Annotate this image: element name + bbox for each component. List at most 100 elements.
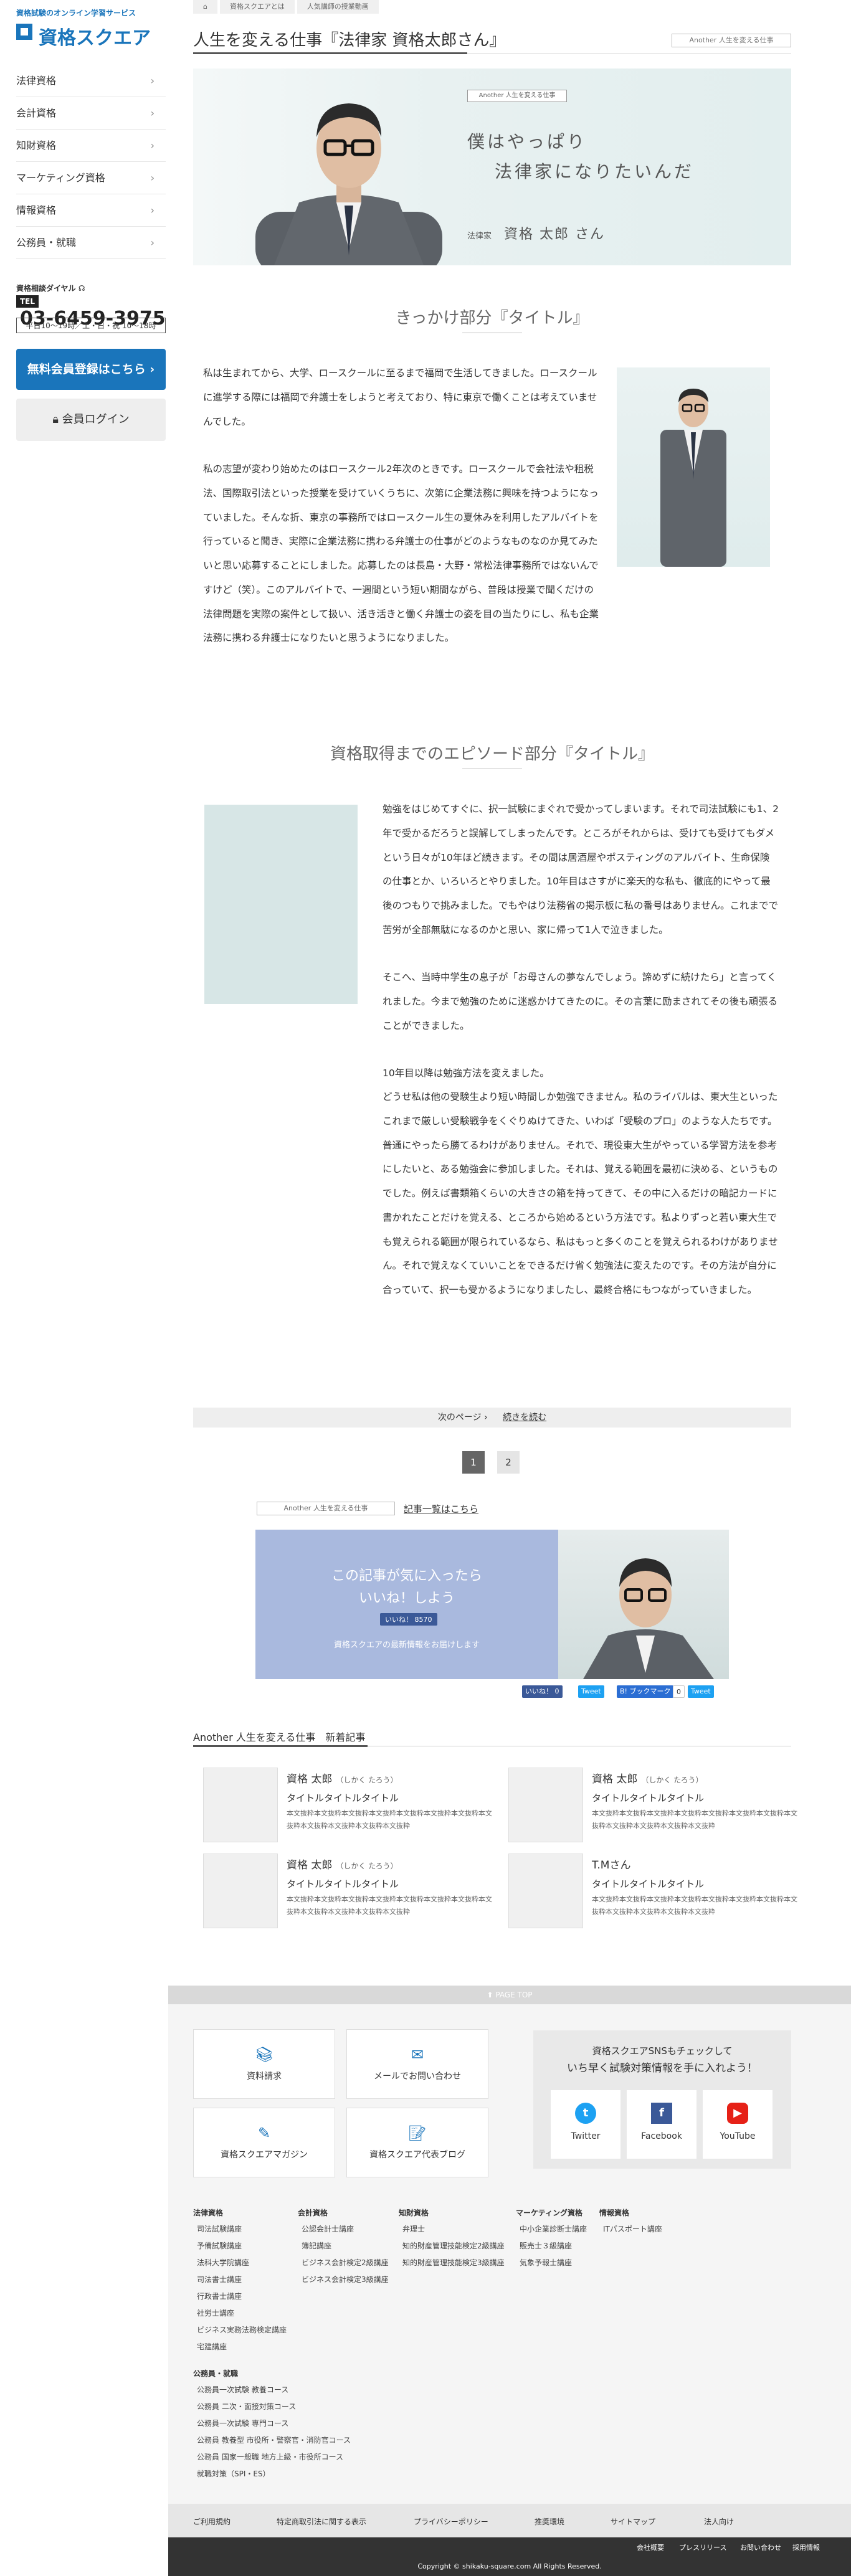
section-title: 資格取得までのエピソード部分『タイトル』: [330, 745, 654, 764]
footer-link[interactable]: 販売士３級講座: [520, 2240, 572, 2251]
lock-icon: 🔒︎: [52, 413, 59, 426]
hero-copy-line2: 法律家になりたいんだ: [495, 161, 695, 182]
bottom-link[interactable]: 会社概要: [637, 2542, 664, 2552]
register-button[interactable]: 無料会員登録はこちら ›: [16, 349, 166, 390]
chevron-right-icon: ›: [150, 237, 155, 249]
sns-box: 資格スクエアSNSもチェックして いち早く試験対策情報を手に入れよう！ t Twi…: [533, 2030, 791, 2169]
footer-link[interactable]: 弁理士: [402, 2223, 425, 2234]
share-facebook-button[interactable]: いいね！ 0: [522, 1685, 563, 1698]
legal-link[interactable]: 推奨環境: [535, 2516, 564, 2527]
footer-link[interactable]: ビジネス会計検定2級講座: [302, 2257, 389, 2268]
footer-link[interactable]: 行政書士講座: [197, 2291, 242, 2301]
footer-link[interactable]: 就職対策（SPI・ES）: [197, 2468, 270, 2479]
breadcrumb: ⌂ 資格スクエアとは 人気講師の授業動画: [193, 0, 847, 16]
paragraph: 私は生まれてから、大学、ロースクールに至るまで福岡で生活してきました。ロースクー…: [203, 367, 597, 427]
headset-icon: ☊: [78, 284, 85, 293]
footer-link[interactable]: 知的財産管理技能検定2級講座: [402, 2240, 505, 2251]
footer-link[interactable]: 司法試験講座: [197, 2223, 242, 2234]
page-2-button[interactable]: 2: [497, 1451, 520, 1474]
bottom-link[interactable]: お問い合わせ: [740, 2542, 781, 2552]
card-title[interactable]: タイトルタイトルタイトル: [287, 1877, 399, 1890]
page-1-button[interactable]: 1: [462, 1451, 485, 1474]
logo-mark-icon: [16, 24, 32, 40]
home-icon[interactable]: ⌂: [193, 0, 217, 14]
card-title[interactable]: タイトルタイトルタイトル: [287, 1791, 399, 1804]
breadcrumb-item: 人気講師の授業動画: [297, 0, 379, 14]
footer-link[interactable]: 気象予報士講座: [520, 2257, 572, 2268]
share-hatena-button[interactable]: B! ブックマーク: [617, 1685, 674, 1698]
footer-link[interactable]: 公務員 国家一般職 地方上級・市役所コース: [197, 2451, 343, 2462]
footer-link[interactable]: 簿記講座: [302, 2240, 331, 2251]
card-name[interactable]: 資格 太郎 （しかく たろう）: [592, 1770, 703, 1786]
footer-link[interactable]: 公務員一次試験 教養コース: [197, 2384, 288, 2395]
footer-link[interactable]: ITパスポート講座: [603, 2223, 662, 2234]
magazine-card[interactable]: ✎ 資格スクエアマガジン: [193, 2108, 335, 2177]
legal-link[interactable]: ご利用規約: [193, 2516, 231, 2527]
card-excerpt: 本文抜粋本文抜粋本文抜粋本文抜粋本文抜粋本文抜粋本文抜粋本文抜粋本文抜粋本文抜粋…: [287, 1895, 492, 1916]
legal-link[interactable]: 法人向け: [704, 2516, 734, 2527]
footer-column-head: 知財資格: [399, 2209, 429, 2217]
hero-copy-line1: 僕はやっぱり: [467, 131, 587, 152]
article-list-link[interactable]: 記事一覧はこちら: [404, 1502, 478, 1515]
legal-link[interactable]: サイトマップ: [611, 2516, 655, 2527]
footer-link[interactable]: 公務員 二次・面接対策コース: [197, 2401, 296, 2412]
sidebar-item-law[interactable]: 法律資格 ›: [16, 65, 166, 97]
blog-card[interactable]: 📝︎ 資格スクエア代表ブログ: [346, 2108, 488, 2177]
like-copy-line1: この記事が気に入ったら: [331, 1568, 482, 1584]
facebook-button[interactable]: f Facebook: [627, 2090, 696, 2159]
footer-link[interactable]: 宅建講座: [197, 2341, 227, 2352]
share-tweet-button[interactable]: Tweet: [578, 1685, 604, 1698]
portrait-image: [558, 1530, 729, 1679]
youtube-label: YouTube: [720, 2131, 756, 2141]
brochure-request-card[interactable]: 📚︎ 資料請求: [193, 2029, 335, 2099]
card-name[interactable]: 資格 太郎 （しかく たろう）: [287, 1856, 398, 1872]
phone-label: 資格相談ダイヤル ☊: [16, 284, 85, 293]
footer-link[interactable]: ビジネス実務法務検定講座: [197, 2324, 287, 2335]
phone-hours: 平日10〜19時／土・日・祝 10〜18時: [16, 318, 166, 333]
card-name[interactable]: T.Mさん: [592, 1856, 634, 1872]
sidebar-item-ip[interactable]: 知財資格 ›: [16, 130, 166, 162]
article-thumbnail[interactable]: [508, 1768, 583, 1842]
page-top-button[interactable]: ⬆ PAGE TOP: [168, 1986, 851, 2004]
portrait-figure: [583, 1558, 714, 1679]
breadcrumb-item[interactable]: 資格スクエアとは: [219, 0, 295, 14]
card-name[interactable]: 資格 太郎 （しかく たろう）: [287, 1770, 398, 1786]
card-title[interactable]: タイトルタイトルタイトル: [592, 1877, 704, 1890]
youtube-button[interactable]: ▶ YouTube: [703, 2090, 773, 2159]
portrait-figure: [660, 389, 726, 567]
footer-link[interactable]: ビジネス会計検定3級講座: [302, 2274, 389, 2285]
footer-column-head: 会計資格: [298, 2209, 328, 2217]
login-button[interactable]: 🔒︎ 会員ログイン: [16, 399, 166, 441]
footer-link[interactable]: 法科大学院講座: [197, 2257, 249, 2268]
mail-contact-card[interactable]: ✉ メールでお問い合わせ: [346, 2029, 488, 2099]
sidebar-item-accounting[interactable]: 会計資格 ›: [16, 97, 166, 130]
sidebar-item-public[interactable]: 公務員・就職 ›: [16, 227, 166, 259]
logo[interactable]: 資格スクエア: [16, 22, 172, 51]
footer-link[interactable]: 社労士講座: [197, 2308, 234, 2318]
sidebar-item-it[interactable]: 情報資格 ›: [16, 194, 166, 227]
bottom-link[interactable]: プレスリリース: [679, 2542, 726, 2552]
footer-link[interactable]: 公認会計士講座: [302, 2223, 354, 2234]
legal-link[interactable]: プライバシーポリシー: [414, 2516, 488, 2527]
read-more-link[interactable]: 続きを読む: [503, 1413, 546, 1423]
facebook-like-button[interactable]: いいね！ 8570: [380, 1613, 437, 1626]
footer-link[interactable]: 予備試験講座: [197, 2240, 242, 2251]
footer-link[interactable]: 中小企業診断士講座: [520, 2223, 587, 2234]
footer-link[interactable]: 知的財産管理技能検定3級講座: [402, 2257, 505, 2268]
twitter-button[interactable]: t Twitter: [551, 2090, 620, 2159]
new-articles-title: Another 人生を変える仕事 新着記事: [193, 1731, 366, 1743]
article-thumbnail[interactable]: [508, 1854, 583, 1928]
footer-column-head: 情報資格: [599, 2209, 630, 2217]
footer-link[interactable]: 公務員 教養型 市役所・警察官・消防官コース: [197, 2435, 351, 2445]
share-tweet-button-2[interactable]: Tweet: [688, 1685, 714, 1698]
footer-link[interactable]: 司法書士講座: [197, 2274, 242, 2285]
card-label: 資格スクエア代表ブログ: [369, 2150, 465, 2160]
article-thumbnail[interactable]: [203, 1768, 278, 1842]
footer-link[interactable]: 公務員一次試験 専門コース: [197, 2418, 288, 2428]
legal-link[interactable]: 特定商取引法に関する表示: [277, 2516, 366, 2527]
card-title[interactable]: タイトルタイトルタイトル: [592, 1791, 704, 1804]
sidebar-item-marketing[interactable]: マーケティング資格 ›: [16, 162, 166, 194]
article-thumbnail[interactable]: [203, 1854, 278, 1928]
bottom-link[interactable]: 採用情報: [792, 2542, 820, 2552]
sidebar-item-label: 情報資格: [16, 204, 57, 216]
